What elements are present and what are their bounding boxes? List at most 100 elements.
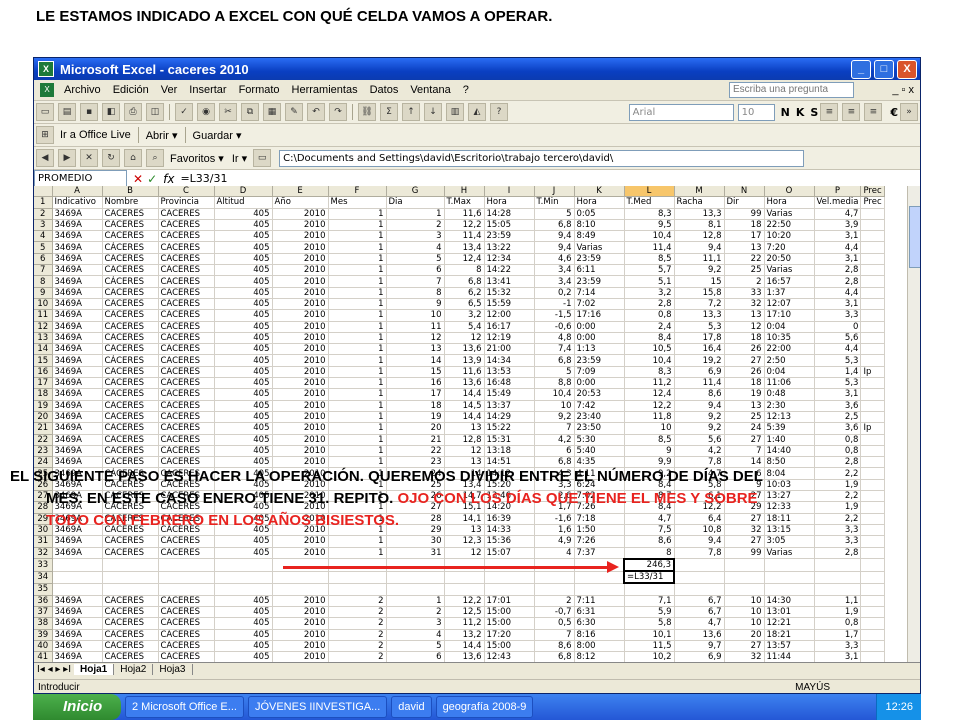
cell[interactable]: 14:30: [764, 595, 815, 607]
save-dropdown[interactable]: Guardar ▾: [189, 129, 246, 142]
cell[interactable]: 12:13: [764, 411, 815, 424]
task-excel[interactable]: 2 Microsoft Office E...: [125, 696, 244, 718]
cell[interactable]: CACERES: [158, 547, 215, 560]
start-button[interactable]: Inicio: [33, 694, 121, 720]
task-geografia[interactable]: geografía 2008-9: [435, 696, 534, 718]
cell[interactable]: 0:00: [574, 377, 625, 390]
cell[interactable]: 12,2: [444, 595, 485, 607]
cell[interactable]: 7:20: [764, 241, 815, 254]
row-header[interactable]: 39: [34, 629, 53, 641]
cell[interactable]: 15,8: [674, 287, 725, 299]
cell[interactable]: 3,4: [534, 264, 575, 277]
row-header[interactable]: 35: [34, 583, 53, 596]
currency-button[interactable]: €: [890, 106, 898, 119]
cell[interactable]: 5,1: [624, 275, 675, 288]
cell[interactable]: 12: [444, 332, 485, 345]
cell[interactable]: 2010: [272, 629, 329, 641]
cell[interactable]: 3469A: [52, 241, 103, 254]
cell[interactable]: 15:00: [484, 640, 535, 653]
cell[interactable]: 1: [328, 388, 387, 401]
cell[interactable]: 7: [534, 422, 575, 435]
column-header[interactable]: B: [102, 186, 159, 198]
cell[interactable]: 12,2: [444, 219, 485, 232]
cell[interactable]: 15:59: [484, 298, 535, 311]
cell[interactable]: Prec: [860, 196, 885, 209]
cell[interactable]: 405: [214, 366, 273, 379]
cell[interactable]: 1,4: [814, 366, 862, 379]
forward-icon[interactable]: ▶: [58, 149, 76, 167]
cell[interactable]: 3469A: [52, 535, 103, 548]
cell[interactable]: 12,4: [444, 253, 485, 266]
cell[interactable]: 2,8: [814, 275, 862, 288]
cell[interactable]: 3469A: [52, 275, 103, 288]
cell[interactable]: 1:37: [764, 287, 815, 299]
formula-input[interactable]: =L33/31: [180, 172, 227, 185]
bold-button[interactable]: N: [781, 106, 790, 119]
cell[interactable]: 14,4: [444, 640, 485, 653]
cell[interactable]: 3469A: [52, 606, 103, 619]
cell[interactable]: CACERES: [158, 400, 215, 412]
cell[interactable]: 1: [328, 219, 387, 232]
cell[interactable]: 17: [724, 230, 765, 243]
row-header[interactable]: 17: [34, 377, 53, 390]
cell[interactable]: Racha: [674, 196, 725, 209]
row-header[interactable]: 2: [34, 208, 53, 220]
cell[interactable]: 2010: [272, 445, 329, 458]
cell[interactable]: 405: [214, 547, 273, 560]
cell[interactable]: 3469A: [52, 298, 103, 311]
cell[interactable]: 405: [214, 629, 273, 641]
cell[interactable]: 31: [386, 547, 445, 560]
cell[interactable]: 17:20: [484, 629, 535, 641]
cell[interactable]: CACERES: [158, 219, 215, 232]
go-dropdown[interactable]: Ir ▾: [228, 152, 251, 165]
cell[interactable]: [860, 640, 885, 653]
row-header[interactable]: 23: [34, 445, 53, 458]
row-header[interactable]: 18: [34, 388, 53, 401]
cell[interactable]: CACERES: [158, 535, 215, 548]
cell[interactable]: 13:53: [484, 366, 535, 379]
underline-button[interactable]: S: [810, 106, 818, 119]
cell[interactable]: Indicativo: [52, 196, 103, 209]
cell[interactable]: CÁCERES: [102, 617, 159, 630]
cell[interactable]: 8,6: [624, 535, 675, 548]
cell[interactable]: Dir: [724, 196, 765, 209]
autosum-icon[interactable]: Σ: [380, 103, 398, 121]
cell[interactable]: 405: [214, 208, 273, 220]
cell[interactable]: 10: [624, 422, 675, 435]
cell[interactable]: 3,2: [444, 309, 485, 322]
cell[interactable]: 4: [534, 547, 575, 560]
cell[interactable]: 11,4: [624, 241, 675, 254]
cell[interactable]: 5,3: [814, 354, 862, 367]
cell[interactable]: [534, 558, 575, 572]
cell[interactable]: 99: [724, 547, 765, 560]
cell[interactable]: 6:11: [574, 264, 625, 277]
cell[interactable]: 14:29: [484, 411, 535, 424]
cell[interactable]: 7,8: [674, 547, 725, 560]
cell[interactable]: 11,2: [624, 377, 675, 390]
cell[interactable]: 1: [328, 400, 387, 412]
cell[interactable]: [860, 377, 885, 390]
cell[interactable]: 16:17: [484, 321, 535, 333]
cell[interactable]: [674, 571, 725, 584]
cell[interactable]: 3469A: [52, 343, 103, 356]
cell[interactable]: 7: [724, 445, 765, 458]
row-header[interactable]: 20: [34, 411, 53, 424]
select-all-corner[interactable]: [34, 186, 53, 198]
cell[interactable]: 11,2: [444, 617, 485, 630]
cell[interactable]: [214, 558, 273, 572]
cell[interactable]: [328, 583, 387, 596]
cell[interactable]: 11,1: [674, 253, 725, 266]
close-button[interactable]: X: [897, 59, 917, 79]
cell[interactable]: CÁCERES: [102, 629, 159, 641]
row-header[interactable]: 16: [34, 366, 53, 379]
cell[interactable]: 14,4: [444, 388, 485, 401]
cell[interactable]: 8:16: [574, 629, 625, 641]
cell[interactable]: [52, 583, 103, 596]
cell[interactable]: 3469A: [52, 264, 103, 277]
cell[interactable]: 13:18: [484, 445, 535, 458]
cell[interactable]: [860, 571, 885, 584]
cell[interactable]: 7:42: [574, 400, 625, 412]
cell[interactable]: CÁCERES: [102, 332, 159, 345]
cell[interactable]: 2010: [272, 547, 329, 560]
cell[interactable]: [386, 571, 445, 584]
